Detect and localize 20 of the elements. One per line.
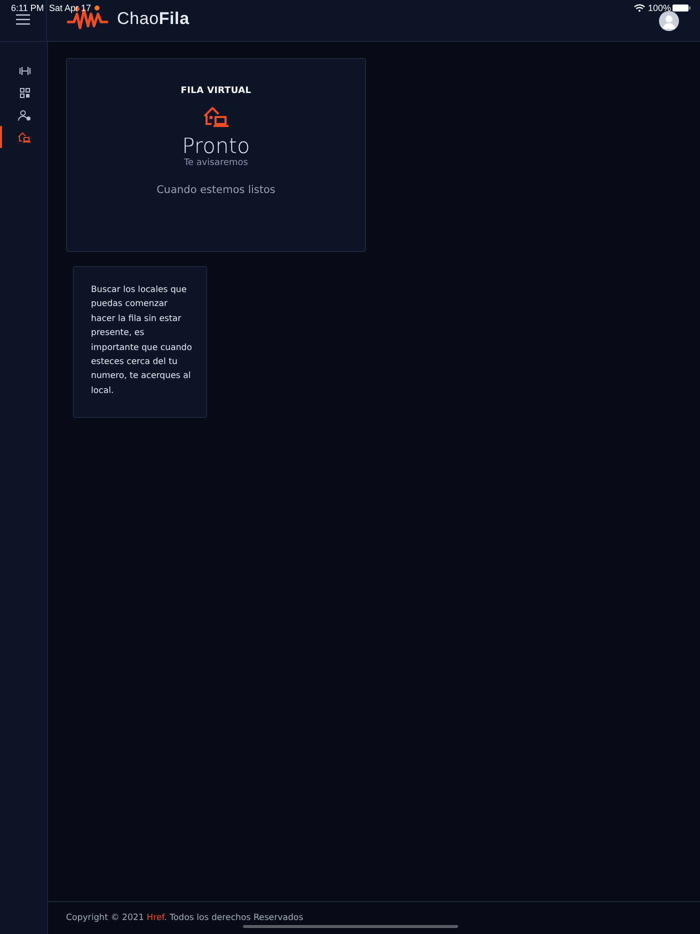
card-title: FILA VIRTUAL	[180, 86, 252, 96]
battery-percent: 100%	[648, 3, 672, 13]
status-date: Sat Apr 17	[49, 3, 92, 13]
user-settings-icon	[18, 110, 31, 120]
home-laptop-icon	[18, 132, 31, 142]
status-subtitle: Te avisaremos	[184, 158, 248, 168]
logo-text: ChaoFila	[117, 8, 190, 28]
battery-icon	[672, 4, 691, 12]
wifi-icon	[634, 4, 645, 12]
status-note: Cuando estemos listos	[156, 184, 276, 196]
copyright-text: Copyright © 2021 Href. Todos los derechos Reservados	[66, 913, 304, 923]
status-time: 6:11 PM	[11, 3, 44, 13]
info-text: Buscar los locales que puedas comenzar hacer la fila sin estar presente, es importante que cuando esteces cerca del tu numero, te acerques al local.	[91, 284, 193, 398]
dumbbell-icon	[18, 66, 30, 76]
menu-icon[interactable]	[16, 14, 30, 25]
avatar-icon[interactable]	[659, 11, 679, 31]
qr-code-icon	[20, 88, 30, 98]
status-text: Pronto	[182, 134, 250, 158]
href-link[interactable]: Href	[146, 913, 164, 923]
home-laptop-icon	[202, 106, 230, 128]
